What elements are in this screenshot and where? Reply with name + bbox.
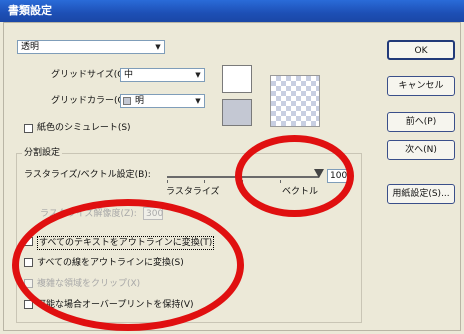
annotation-ring-options [12,199,244,331]
grid-color-swatch-icon [123,97,131,105]
grid-size-label: グリッドサイズ(G): [51,70,131,80]
transparency-grid-preview [270,75,320,127]
previous-button[interactable]: 前へ(P) [387,112,455,132]
transparency-dropdown[interactable]: 透明 ▼ [17,40,165,54]
grid-size-preview-swatch [222,65,252,93]
grid-color-preview-swatch[interactable] [222,99,252,126]
split-settings-group-label: 分割設定 [22,147,63,159]
document-setup-button[interactable]: 用紙設定(S)... [387,184,455,204]
raster-vector-label: ラスタライズ/ベクトル設定(B): [24,170,151,180]
chevron-down-icon: ▼ [155,43,161,51]
ok-button[interactable]: OK [387,40,455,60]
window-title: 書類設定 [8,4,52,17]
transparency-dropdown-value: 透明 [21,42,40,52]
title-bar: 書類設定 [0,0,464,22]
chevron-down-icon: ▼ [195,97,201,105]
grid-color-value: 明 [135,96,145,106]
cancel-button[interactable]: キャンセル [387,76,455,96]
grid-color-dropdown[interactable]: 明 ▼ [120,94,205,108]
next-button[interactable]: 次へ(N) [387,140,455,160]
dialog-body: 透明 ▼ グリッドサイズ(G): 中 ▼ グリッドカラー(O): 明 ▼ 紙色の… [3,22,461,331]
grid-size-value: 中 [124,70,134,80]
paper-simulation-checkbox[interactable] [24,124,33,133]
slider-tick [204,180,205,183]
paper-simulation-label: 紙色のシミュレート(S) [37,123,131,133]
chevron-down-icon: ▼ [195,71,201,79]
slider-tick [167,180,168,183]
grid-size-dropdown[interactable]: 中 ▼ [120,68,205,82]
raster-end-label: ラスタライズ [166,187,220,197]
annotation-ring-slider [235,135,354,217]
